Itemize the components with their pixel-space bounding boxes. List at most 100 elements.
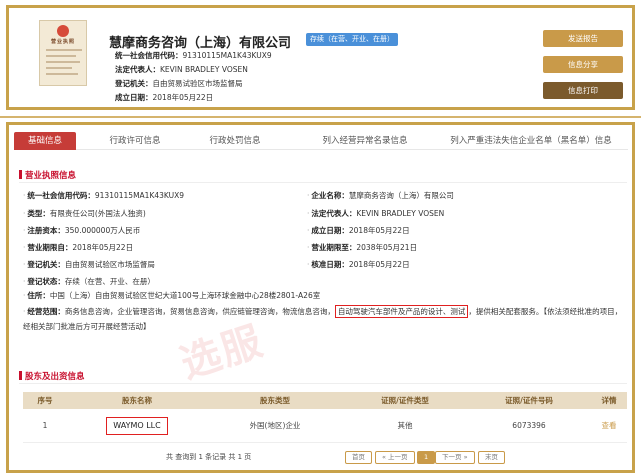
field-value: 2018年05月22日 [72,243,134,252]
tab-administrative-license[interactable]: 行政许可信息 [92,132,178,150]
tab-abnormal-operations[interactable]: 列入经营异常名录信息 [302,132,428,150]
next-page-button[interactable]: 下一页 » [435,451,475,464]
divider [0,116,641,118]
field-label: 登记机关： [27,260,65,269]
field-label: 成立日期： [115,93,153,102]
info-company-type: · 类型：有限责任公司(外国法人独资) [23,209,146,218]
header-registration-authority: 登记机关：自由贸易试验区市场监督局 [115,78,243,89]
row-index: 1 [42,421,48,430]
field-label: 登记机关： [115,79,153,88]
scope-highlight: 自动驾驶汽车部件及产品的设计、测试 [334,305,469,318]
field-label: 登记状态： [27,277,65,286]
company-header-card: 营业执照 慧摩商务咨询（上海）有限公司 存续（在营、开业、在册） 统一社会信用代… [6,5,635,110]
field-label: 企业名称： [311,191,349,200]
info-address: · 住所：中国（上海）自由贸易试验区世纪大道100号上海环球金融中心28楼2801… [23,291,321,300]
company-detail-card: 基础信息 行政许可信息 行政处罚信息 列入经营异常名录信息 列入严重违法失信企业… [6,122,635,473]
header-established-date: 成立日期：2018年05月22日 [115,92,213,103]
tab-blacklist[interactable]: 列入严重违法失信企业名单（黑名单）信息 [434,132,628,150]
field-label: 住所： [27,291,50,300]
shareholder-name: WAYMO LLC [106,417,168,435]
field-value: 存续（在营、开业、在册） [64,277,155,286]
info-registration-status: · 登记状态：存续（在营、开业、在册） [23,277,155,286]
license-text-line [46,49,82,51]
divider [19,383,627,384]
send-report-button[interactable]: 发送报告 [543,30,623,47]
field-label: 经营范围： [27,307,65,316]
info-term-end: · 营业期限至：2038年05月21日 [307,243,418,252]
status-badge: 存续（在营、开业、在册） [306,33,398,46]
field-value: 2018年05月22日 [348,226,410,235]
info-registered-capital: · 注册资本：350.000000万人民币 [23,226,141,235]
last-page-button[interactable]: 末页 [478,451,505,464]
field-label: 类型： [27,209,50,218]
field-value: 91310115MA1K43KUX9 [94,191,185,200]
field-value: 350.000000万人民币 [64,226,141,235]
tab-administrative-penalty[interactable]: 行政处罚信息 [192,132,278,150]
license-text-line [46,61,80,63]
field-label: 统一社会信用代码： [27,191,95,200]
field-value: 91310115MA1K43KUX9 [182,51,272,60]
field-label: 法定代表人： [115,65,160,74]
header-legal-rep: 法定代表人：KEVIN BRADLEY VOSEN [115,64,248,75]
field-label: 成立日期： [311,226,349,235]
field-label: 核准日期： [311,260,349,269]
column-header: 证照/证件号码 [505,396,553,405]
shareholder-type: 外国(地区)企业 [249,421,301,430]
info-registration-authority: · 登记机关：自由贸易试验区市场监督局 [23,260,155,269]
info-credit-code: · 统一社会信用代码：91310115MA1K43KUX9 [23,191,185,200]
license-thumb-title: 营业执照 [50,39,75,45]
divider [19,182,627,183]
field-value: 2018年05月22日 [152,93,214,102]
license-section-title: 营业执照信息 [19,169,76,181]
first-page-button[interactable]: 首页 [345,451,372,464]
header-credit-code: 统一社会信用代码：91310115MA1K43KUX9 [115,50,272,61]
field-value: 有限责任公司(外国法人独资) [49,209,146,218]
section-marker-icon [19,170,22,179]
info-company-name: · 企业名称：慧摩商务咨询（上海）有限公司 [307,191,454,200]
column-header: 股东类型 [260,396,290,405]
field-value: 慧摩商务咨询（上海）有限公司 [348,191,454,200]
info-business-scope: · 经营范围：商务信息咨询，企业管理咨询，贸易信息咨询，供应链管理咨询，物流信息咨… [23,305,623,331]
column-header: 详情 [601,396,617,405]
field-value: 自由贸易试验区市场监督局 [152,79,243,88]
share-info-button[interactable]: 信息分享 [543,56,623,73]
table-header: 序号 股东名称 股东类型 证照/证件类型 证照/证件号码 详情 [23,392,627,409]
info-approval-date: · 核准日期：2018年05月22日 [307,260,410,269]
license-text-line [46,67,72,69]
column-header: 股东名称 [122,396,152,405]
pagination-info: 共 查询到 1 条记录 共 1 页 [166,453,252,461]
field-label: 法定代表人： [311,209,357,218]
view-detail-link[interactable]: 查看 [591,409,627,443]
license-text-line [46,55,76,57]
print-info-button[interactable]: 信息打印 [543,82,623,99]
national-emblem-icon [57,25,69,37]
field-value: 自由贸易试验区市场监督局 [64,260,155,269]
column-header: 证照/证件类型 [381,396,429,405]
scope-text-before: 商务信息咨询，企业管理咨询，贸易信息咨询，供应链管理咨询，物流信息咨询， [64,307,335,316]
detail-tabs: 基础信息 行政许可信息 行政处罚信息 列入经营异常名录信息 列入严重违法失信企业… [14,132,628,150]
field-label: 统一社会信用代码： [115,51,183,60]
cert-type: 其他 [397,421,413,430]
info-legal-rep: · 法定代表人：KEVIN BRADLEY VOSEN [307,209,445,218]
field-value: KEVIN BRADLEY VOSEN [160,65,248,74]
info-term-start: · 营业期限自：2018年05月22日 [23,243,134,252]
field-value: 中国（上海）自由贸易试验区世纪大道100号上海环球金融中心28楼2801-A26… [49,291,321,300]
field-label: 营业期限自： [27,243,73,252]
section-title-text: 营业执照信息 [25,171,77,181]
page-number-current[interactable]: 1 [417,451,436,464]
field-label: 注册资本： [27,226,65,235]
license-text-line [46,73,78,75]
prev-page-button[interactable]: « 上一页 [375,451,415,464]
field-value: 2038年05月21日 [356,243,418,252]
field-label: 营业期限至： [311,243,357,252]
field-value: 2018年05月22日 [348,260,410,269]
shareholder-section-title: 股东及出资信息 [19,370,85,382]
company-name: 慧摩商务咨询（上海）有限公司 [109,36,292,51]
info-established-date: · 成立日期：2018年05月22日 [307,226,410,235]
table-row: 1 WAYMO LLC 外国(地区)企业 其他 6073396 查看 [23,409,627,443]
column-header: 序号 [37,396,53,405]
tab-basic-info[interactable]: 基础信息 [14,132,76,150]
section-title-text: 股东及出资信息 [25,372,85,382]
pagination: 共 查询到 1 条记录 共 1 页 首页 « 上一页 1 下一页 » 末页 [23,451,627,465]
business-license-thumbnail[interactable]: 营业执照 [39,20,87,86]
